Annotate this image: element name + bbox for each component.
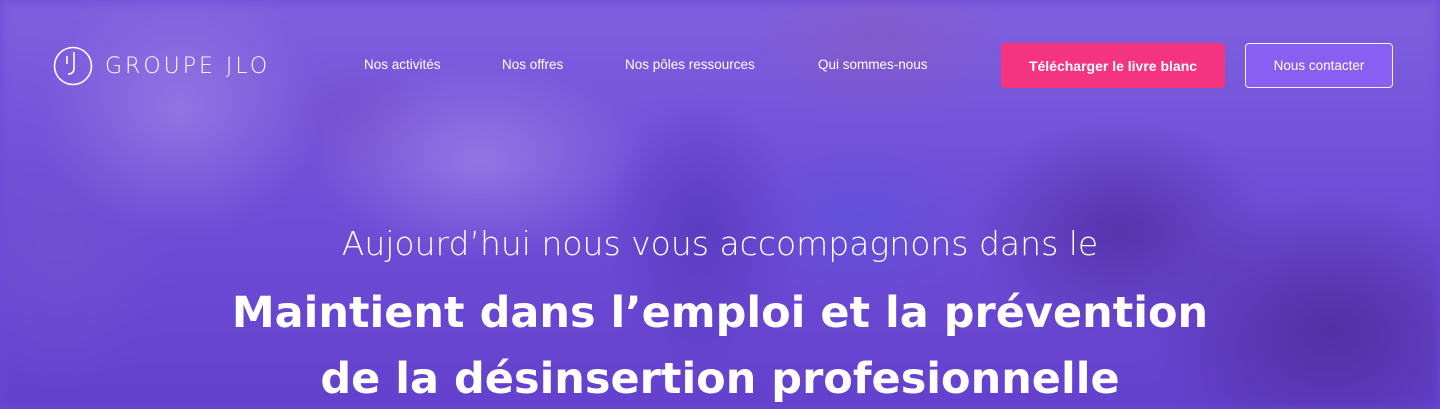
nav-item-nos-offres[interactable]: Nos offres [502,57,563,72]
contact-button[interactable]: Nous contacter [1245,43,1393,88]
brand-name: GROUPE JLO [105,53,271,79]
nav-item-nos-activites[interactable]: Nos activités [364,57,441,72]
hero-section: GROUPE JLO Nos activités Nos offres Nos … [0,0,1440,409]
nav-item-poles-ressources[interactable]: Nos pôles ressources [625,57,755,72]
hero-headline-line-2: de la désinsertion profesionnelle [320,354,1120,404]
top-navigation: GROUPE JLO Nos activités Nos offres Nos … [0,0,1440,130]
hero-headline-line-1: Maintient dans l’emploi et la prévention [231,288,1209,338]
hero-subtitle: Aujourd’hui nous vous accompagnons dans … [341,224,1099,263]
nav-item-qui-sommes-nous[interactable]: Qui sommes-nous [818,57,928,72]
hero-headline: Maintient dans l’emploi et la prévention… [0,280,1440,409]
download-white-paper-button[interactable]: Télécharger le livre blanc [1001,43,1225,88]
jlo-circle-logo-icon [53,46,93,86]
brand-logo-link[interactable]: GROUPE JLO [53,46,270,86]
